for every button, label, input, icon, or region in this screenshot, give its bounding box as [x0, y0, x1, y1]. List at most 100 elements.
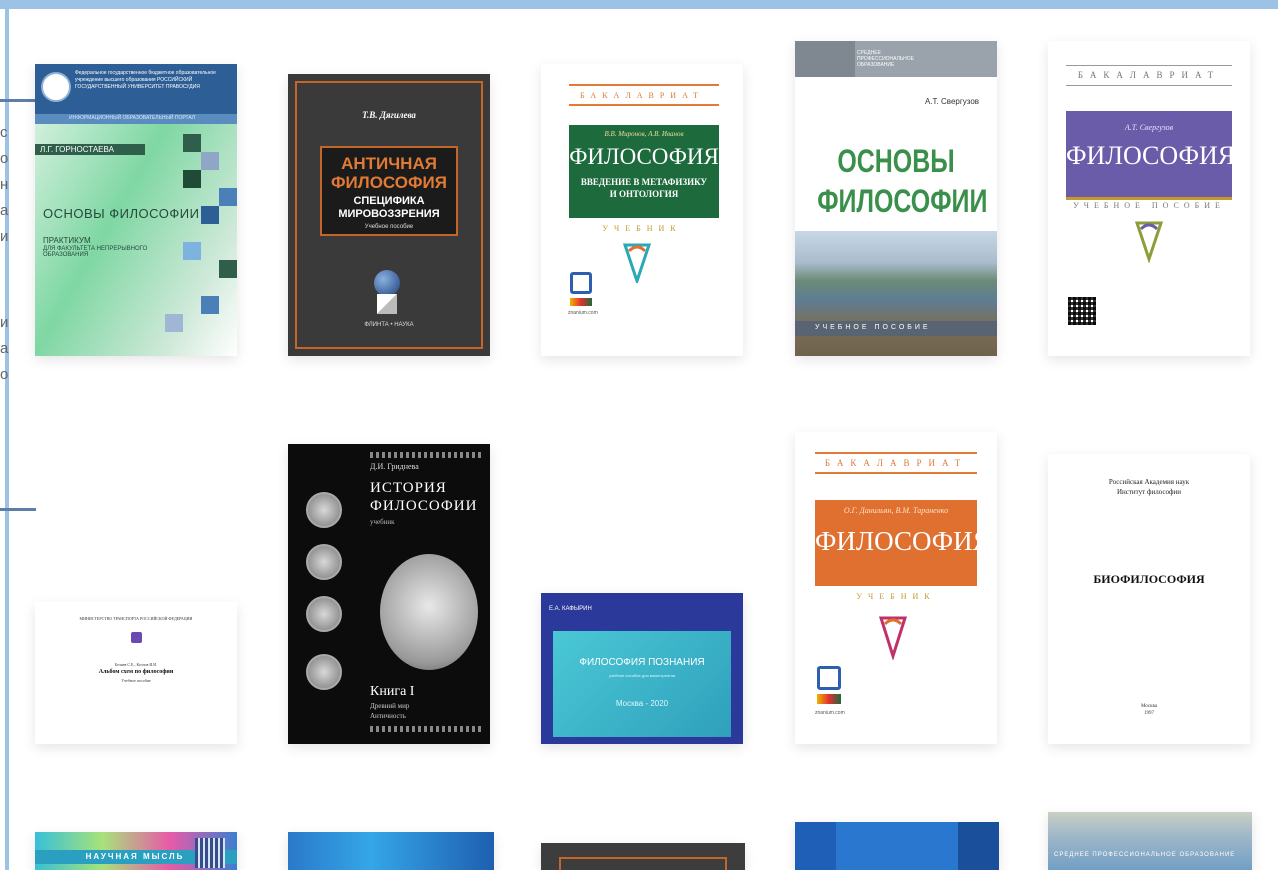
book-cover-2[interactable]: Т.В. Дягилева АНТИЧНАЯ ФИЛОСОФИЯ СПЕЦИФИ…: [288, 74, 490, 356]
book-cover-7[interactable]: Д.И. Гриднева ИСТОРИЯ ФИЛОСОФИИ учебник …: [288, 444, 490, 744]
clipped-side-text: с о н а и и а о: [0, 120, 8, 388]
book-kind: учебник: [370, 518, 395, 526]
torch-logo-icon: [1134, 221, 1164, 263]
top-border: [0, 0, 1278, 9]
philosopher-medallion: [306, 492, 342, 528]
book-kind: Учебное пособие: [364, 224, 414, 230]
book-title: ФИЛОСОФИИ: [817, 183, 988, 219]
page: с о н а и и а о Федеральное государствен…: [0, 0, 1278, 870]
side-text-line: и: [0, 314, 9, 331]
book-series: БАКАЛАВРИАТ: [824, 458, 968, 468]
book-cover-13[interactable]: [541, 843, 745, 870]
book-author: А.Т. Свергузов: [1124, 123, 1174, 132]
book-volume: Книга I: [370, 684, 415, 699]
book-subtitle: ПРАКТИКУМ: [43, 236, 91, 245]
book-series: СРЕДНЕЕ ПРОФЕССИОНАЛЬНОЕ ОБРАЗОВАНИЕ: [857, 50, 915, 68]
torch-logo-icon: [878, 616, 908, 660]
book-series: СРЕДНЕЕ ПРОФЕССИОНАЛЬНОЕ ОБРАЗОВАНИЕ: [1054, 852, 1236, 858]
book-kind: Учебное пособие: [121, 678, 151, 683]
book-site: znanium.com: [568, 310, 598, 316]
globe-icon: [374, 270, 400, 296]
book-cover-5[interactable]: БАКАЛАВРИАТ А.Т. Свергузов ФИЛОСОФИЯ УЧЕ…: [1048, 41, 1250, 356]
book-author: Беляев С.Е., Козлов И.И.: [114, 662, 158, 667]
book-subtitle: Античность: [370, 712, 406, 720]
side-text-line: с: [0, 124, 8, 141]
side-text-line: о: [0, 366, 9, 383]
book-publisher: Федеральное государственное бюджетное об…: [75, 70, 216, 90]
book-title: ФИЛОСОФИЯ: [1066, 141, 1236, 170]
book-series: БАКАЛАВРИАТ: [1077, 70, 1221, 80]
side-text-line: о: [0, 150, 9, 167]
book-title: ФИЛОСОФИЯ ПОЗНАНИЯ: [579, 657, 705, 668]
book-publisher: ФЛИНТА • НАУКА: [364, 322, 414, 328]
book-series: БАКАЛАВРИАТ: [579, 91, 705, 100]
book-cover-15[interactable]: СРЕДНЕЕ ПРОФЕССИОНАЛЬНОЕ ОБРАЗОВАНИЕ: [1048, 812, 1252, 870]
cube-icon: [377, 294, 397, 314]
book-cover-14[interactable]: [795, 822, 999, 870]
side-divider-top: [0, 99, 36, 102]
book-cover-9[interactable]: БАКАЛАВРИАТ О.Г. Данильян, В.М. Тараненк…: [795, 432, 997, 744]
book-kind: УЧЕБНИК: [602, 224, 682, 233]
philosopher-medallion: [306, 654, 342, 690]
philosopher-medallion: [306, 544, 342, 580]
book-title: ОСНОВЫ ФИЛОСОФИИ: [43, 206, 200, 221]
book-author: В.В. Миронов, А.В. Иванов: [604, 130, 684, 138]
book-subtitle: И ОНТОЛОГИЯ: [609, 189, 679, 199]
book-publisher: Институт философии: [1116, 488, 1182, 496]
book-title: АНТИЧНАЯ: [341, 154, 437, 173]
publisher-logo: [817, 666, 841, 690]
ministry-logo: [131, 632, 142, 643]
book-cover-1[interactable]: Федеральное государственное бюджетное об…: [35, 64, 237, 356]
book-author: Е.А. КАФЫРИН: [549, 606, 592, 612]
book-subtitle: МИРОВОЗЗРЕНИЯ: [338, 208, 440, 220]
book-subtitle: учебное пособие для магистрантов: [608, 673, 676, 678]
book-cover-11[interactable]: НАУЧНАЯ МЫСЛЬ: [35, 832, 237, 870]
book-cover-6[interactable]: МИНИСТЕРСТВО ТРАНСПОРТА РОССИЙСКОЙ ФЕДЕР…: [35, 602, 237, 744]
book-title: БИОФИЛОСОФИЯ: [1093, 572, 1205, 586]
book-series: НАУЧНАЯ МЫСЛЬ: [85, 852, 185, 861]
book-title: ФИЛОСОФИИ: [370, 498, 478, 514]
book-portal: ИНФОРМАЦИОННЫЙ ОБРАЗОВАТЕЛЬНЫЙ ПОРТАЛ: [69, 115, 196, 121]
book-title: Альбом схем по философии: [98, 669, 174, 675]
book-city-year: Москва - 2020: [615, 699, 669, 708]
book-author: Т.В. Дягилева: [362, 110, 416, 120]
book-title: ФИЛОСОФИЯ: [569, 144, 719, 169]
book-subtitle: СПЕЦИФИКА: [353, 195, 425, 207]
book-author: Л.Г. ГОРНОСТАЕВА: [40, 145, 114, 154]
book-title: ФИЛОСОФИЯ: [815, 526, 991, 556]
book-subtitle: ВВЕДЕНИЕ В МЕТАФИЗИКУ: [580, 177, 708, 187]
book-title: ИСТОРИЯ: [370, 480, 447, 496]
landscape-photo: [795, 231, 997, 356]
side-text-line: а: [0, 340, 9, 357]
book-author: О.Г. Данильян, В.М. Тараненко: [843, 506, 949, 515]
school-of-athens-image: [380, 554, 478, 670]
side-text-line: и: [0, 228, 9, 245]
university-logo: [41, 72, 71, 102]
book-publisher: МИНИСТЕРСТВО ТРАНСПОРТА РОССИЙСКОЙ ФЕДЕР…: [79, 616, 193, 621]
book-publisher: Российская Академия наук: [1108, 478, 1190, 486]
philosopher-medallion: [306, 596, 342, 632]
book-cover-3[interactable]: БАКАЛАВРИАТ В.В. Миронов, А.В. Иванов ФИ…: [541, 64, 743, 356]
book-subtitle: Древний мир: [370, 702, 410, 710]
qr-code-icon: [195, 838, 225, 868]
book-cover-10[interactable]: Российская Академия наук Институт филосо…: [1048, 454, 1250, 744]
book-author: Д.И. Гриднева: [370, 462, 419, 471]
publisher-logo: [570, 272, 592, 294]
book-cover-4[interactable]: СРЕДНЕЕ ПРОФЕССИОНАЛЬНОЕ ОБРАЗОВАНИЕ А.Т…: [795, 41, 997, 356]
torch-logo-icon: [622, 243, 652, 283]
book-cover-12[interactable]: [288, 832, 494, 870]
side-text-line: н: [0, 176, 9, 193]
side-divider-bottom: [0, 508, 36, 511]
book-year: 1997: [1144, 711, 1154, 716]
book-kind: УЧЕБНОЕ ПОСОБИЕ: [815, 324, 931, 331]
book-cover-8[interactable]: Е.А. КАФЫРИН ФИЛОСОФИЯ ПОЗНАНИЯ учебное …: [541, 593, 743, 744]
qr-code-icon: [1068, 297, 1096, 325]
book-subtitle: ДЛЯ ФАКУЛЬТЕТА НЕПРЕРЫВНОГО ОБРАЗОВАНИЯ: [43, 246, 148, 258]
book-kind: УЧЕБНИК: [856, 592, 936, 601]
book-author: А.Т. Свергузов: [925, 97, 980, 106]
side-text-line: а: [0, 202, 9, 219]
book-kind: УЧЕБНОЕ ПОСОБИЕ: [1073, 201, 1225, 210]
book-city: Москва: [1140, 704, 1158, 709]
book-title: ОСНОВЫ: [837, 143, 955, 179]
book-site: znanium.com: [815, 710, 845, 716]
